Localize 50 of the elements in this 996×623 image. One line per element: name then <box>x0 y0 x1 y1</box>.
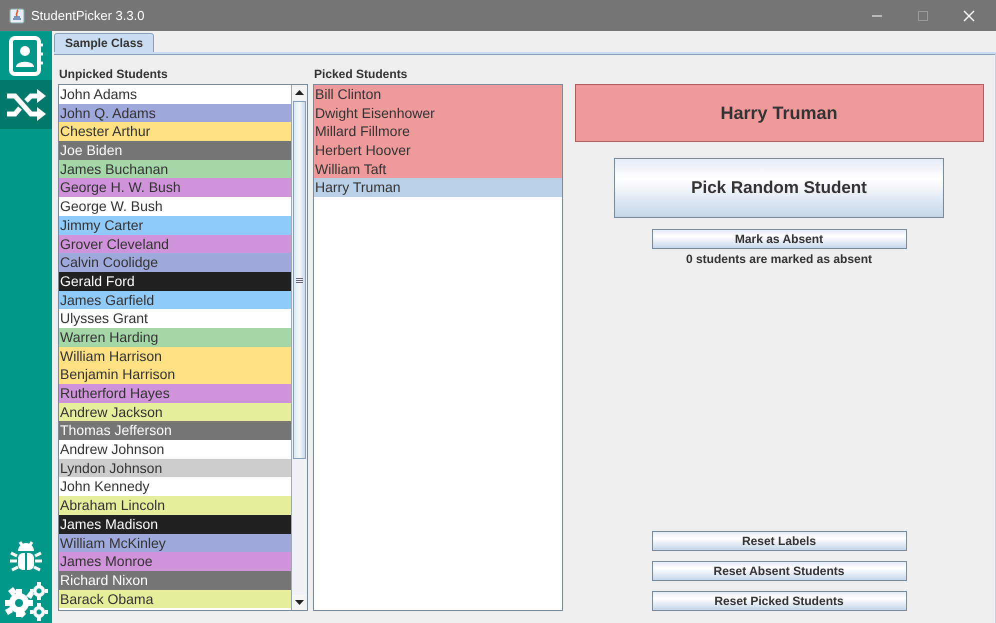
student-row[interactable]: John Q. Adams <box>59 104 291 122</box>
shuffle-icon[interactable] <box>5 88 47 122</box>
student-row[interactable]: George H. W. Bush <box>59 178 291 198</box>
grip-icon <box>296 278 303 282</box>
reset-button[interactable]: Reset Absent Students <box>652 561 906 581</box>
student-row[interactable]: Warren Harding <box>59 328 291 347</box>
student-row[interactable]: Barack Obama <box>59 590 291 608</box>
student-row[interactable]: James Madison <box>59 514 291 534</box>
student-row[interactable]: Herbert Hoover <box>314 141 562 160</box>
student-row[interactable]: James Buchanan <box>59 160 291 178</box>
contact-book-icon[interactable] <box>8 36 44 76</box>
absent-status: 0 students are marked as absent <box>686 252 872 266</box>
student-row[interactable]: Jimmy Carter <box>59 216 291 234</box>
student-row[interactable]: Bill Clinton <box>314 85 562 104</box>
list-heading: Unpicked Students <box>58 67 169 83</box>
student-row[interactable]: Andrew Jackson <box>59 402 291 422</box>
student-row[interactable]: Harry Truman <box>314 178 562 198</box>
scroll-down-icon[interactable] <box>295 600 304 605</box>
picked-student-label: Harry Truman <box>574 84 984 142</box>
student-row[interactable]: Lyndon Johnson <box>59 458 291 478</box>
close-icon[interactable] <box>963 10 975 22</box>
student-row[interactable]: Millard Fillmore <box>314 122 562 142</box>
scrollbar-thumb[interactable] <box>293 101 306 459</box>
app-icon <box>9 8 25 24</box>
student-row[interactable]: Dwight Eisenhower <box>314 104 562 122</box>
student-row[interactable]: Richard Nixon <box>59 570 291 590</box>
student-row[interactable]: Joe Biden <box>59 141 291 160</box>
scroll-up-icon[interactable] <box>295 90 304 95</box>
student-row[interactable]: Grover Cleveland <box>59 234 291 254</box>
class-tab[interactable]: Sample Class <box>54 33 154 52</box>
reset-button[interactable]: Reset Picked Students <box>652 591 906 611</box>
student-row[interactable]: James Garfield <box>59 290 291 310</box>
student-row[interactable]: Benjamin Harrison <box>59 365 291 384</box>
pick-button[interactable]: Pick Random Student <box>614 158 944 218</box>
list-heading: Picked Students <box>313 67 408 83</box>
student-row[interactable]: Thomas Jefferson <box>59 421 291 440</box>
student-row[interactable]: Calvin Coolidge <box>59 253 291 272</box>
student-row[interactable]: William McKinley <box>59 534 291 552</box>
settings-icon[interactable] <box>4 581 48 621</box>
bug-icon[interactable] <box>9 539 43 573</box>
student-row[interactable]: Abraham Lincoln <box>59 496 291 515</box>
student-row[interactable]: Rutherford Hayes <box>59 384 291 403</box>
mark-absent-button[interactable]: Mark as Absent <box>652 229 906 249</box>
student-row[interactable]: William Harrison <box>59 346 291 366</box>
window-title: StudentPicker 3.3.0 <box>31 8 146 23</box>
student-row[interactable]: James Monroe <box>59 552 291 571</box>
student-row[interactable]: William Taft <box>314 160 562 178</box>
student-row[interactable]: Chester Arthur <box>59 122 291 142</box>
reset-button[interactable]: Reset Labels <box>652 531 906 551</box>
student-row[interactable]: Gerald Ford <box>59 272 291 291</box>
